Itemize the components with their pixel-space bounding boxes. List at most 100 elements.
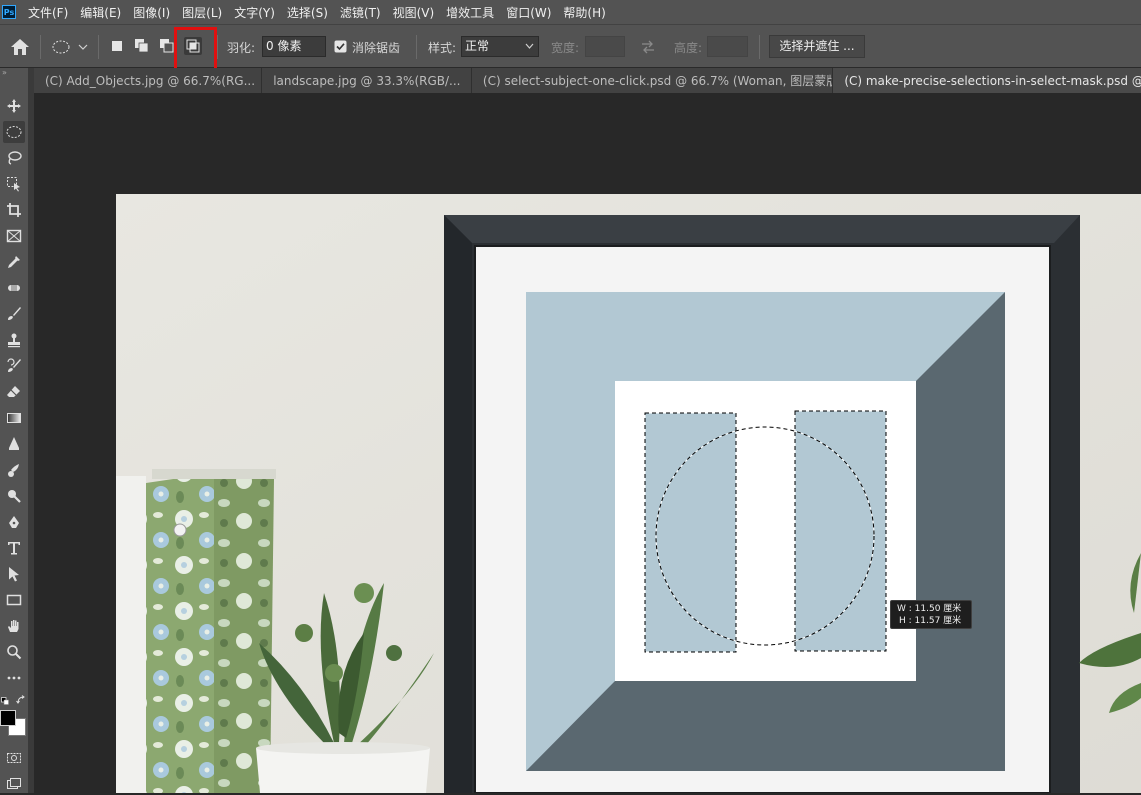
menu-bar: Ps 文件(F) 编辑(E) 图像(I) 图层(L) 文字(Y) 选择(S) 滤… (0, 0, 1141, 24)
style-select-value: 正常 (465, 39, 490, 53)
screen-mode-icon (7, 778, 21, 789)
width-input[interactable] (585, 36, 625, 57)
eraser-icon (7, 386, 20, 397)
tool-gradient[interactable] (3, 407, 25, 429)
tool-blur[interactable] (3, 433, 25, 455)
menu-select[interactable]: 选择(S) (287, 4, 328, 21)
gradient-icon (7, 413, 21, 423)
menu-help[interactable]: 帮助(H) (563, 4, 605, 21)
home-button[interactable] (10, 25, 30, 68)
tab-label: (C) Add_Objects.jpg @ 66.7%(RG... (45, 73, 256, 88)
tab-select-subject[interactable]: (C) select-subject-one-click.psd @ 66.7%… (471, 68, 834, 93)
screen-mode-button[interactable] (3, 773, 25, 795)
blur-icon (9, 437, 19, 450)
feather-label: 羽化: (227, 41, 256, 55)
add-to-selection-button[interactable] (133, 37, 151, 55)
tool-brush[interactable] (3, 303, 25, 325)
tool-more[interactable] (3, 667, 25, 689)
checkbox-checked-icon (334, 40, 347, 53)
menu-filter[interactable]: 滤镜(T) (340, 4, 381, 21)
height-label: 高度: (674, 41, 703, 55)
menu-view[interactable]: 视图(V) (393, 4, 435, 21)
tool-lasso[interactable] (3, 147, 25, 169)
menu-image[interactable]: 图像(I) (133, 4, 170, 21)
height-value: 11.57 厘米 (914, 616, 962, 626)
more-tools-icon (7, 676, 21, 680)
tab-make-precise-selections[interactable]: (C) make-precise-selections-in-select-ma… (833, 68, 1141, 93)
foreground-color-swatch[interactable] (0, 710, 16, 726)
tool-zoom[interactable] (3, 641, 25, 663)
annotation-highlight-box (174, 27, 217, 74)
height-label: H : (899, 616, 912, 626)
tool-burn[interactable] (3, 485, 25, 507)
move-icon (7, 99, 21, 113)
select-and-mask-button[interactable]: 选择并遮住 ... (769, 35, 865, 58)
default-colors-icon[interactable] (1, 694, 9, 705)
tool-hand[interactable] (3, 615, 25, 637)
style-label: 样式: (428, 41, 457, 55)
chevron-down-icon (525, 43, 534, 49)
menu-plugins[interactable]: 增效工具 (446, 4, 494, 21)
dimension-tooltip: W : 11.50 厘米 H : 11.57 厘米 (890, 600, 972, 629)
elliptical-marquee-preset-icon (52, 40, 88, 53)
document-canvas[interactable] (34, 93, 1141, 793)
tool-rectangle[interactable] (3, 589, 25, 611)
quick-mask-button[interactable] (3, 747, 25, 769)
height-input[interactable] (707, 36, 748, 57)
eyedropper-icon (8, 256, 20, 268)
tab-label: (C) make-precise-selections-in-select-ma… (844, 73, 1141, 88)
tool-crop[interactable] (3, 199, 25, 221)
canvas-area[interactable] (34, 93, 1141, 793)
style-select[interactable]: 正常 (461, 36, 539, 57)
tools-panel: » (0, 68, 29, 793)
tool-preset-picker[interactable] (52, 25, 88, 68)
tool-type[interactable] (3, 537, 25, 559)
dodge-icon (8, 464, 19, 477)
pen-icon (9, 516, 19, 528)
tool-history-brush[interactable] (3, 355, 25, 377)
antialias-checkbox[interactable] (334, 25, 347, 68)
swap-colors-icon[interactable] (16, 694, 26, 704)
menu-file[interactable]: 文件(F) (28, 4, 68, 21)
tool-eyedropper[interactable] (3, 251, 25, 273)
quick-mask-icon (7, 753, 21, 763)
menu-type[interactable]: 文字(Y) (234, 4, 275, 21)
lasso-icon (8, 151, 22, 165)
swap-width-height-button[interactable] (640, 25, 656, 68)
tab-add-objects[interactable]: (C) Add_Objects.jpg @ 66.7%(RG... × (34, 68, 263, 93)
rectangle-icon (6, 594, 22, 606)
clone-stamp-icon (8, 333, 20, 348)
menu-window[interactable]: 窗口(W) (506, 4, 551, 21)
history-brush-icon (7, 358, 21, 372)
feather-input[interactable]: 0 像素 (262, 36, 326, 57)
width-label: W : (897, 604, 912, 614)
divider (40, 35, 41, 59)
menu-layer[interactable]: 图层(L) (182, 4, 222, 21)
tool-spot-healing[interactable] (3, 277, 25, 299)
new-selection-icon (112, 41, 122, 51)
divider (217, 35, 218, 59)
tool-clone-stamp[interactable] (3, 329, 25, 351)
tab-label: (C) select-subject-one-click.psd @ 66.7%… (482, 73, 834, 88)
menu-edit[interactable]: 编辑(E) (80, 4, 121, 21)
tool-elliptical-marquee[interactable] (3, 121, 25, 143)
tool-eraser[interactable] (3, 381, 25, 403)
tool-frame[interactable] (3, 225, 25, 247)
panel-collapse-icon[interactable]: » (2, 68, 7, 77)
tool-object-selection[interactable] (3, 173, 25, 195)
tool-pen[interactable] (3, 511, 25, 533)
tab-landscape[interactable]: landscape.jpg @ 33.3%(RGB/... × (262, 68, 472, 93)
poster-art (526, 292, 1005, 771)
width-value: 11.50 厘米 (914, 604, 962, 614)
add-to-selection-icon (135, 39, 149, 53)
width-label: 宽度: (551, 41, 580, 55)
tool-dodge[interactable] (3, 459, 25, 481)
photoshop-logo: Ps (2, 5, 16, 19)
tool-path-selection[interactable] (3, 563, 25, 585)
floral-binder (116, 469, 276, 793)
crop-icon (7, 203, 21, 217)
tool-move[interactable] (3, 95, 25, 117)
tab-label: landscape.jpg @ 33.3%(RGB/... (273, 73, 461, 88)
spot-healing-icon (8, 283, 20, 293)
new-selection-button[interactable] (108, 37, 126, 55)
